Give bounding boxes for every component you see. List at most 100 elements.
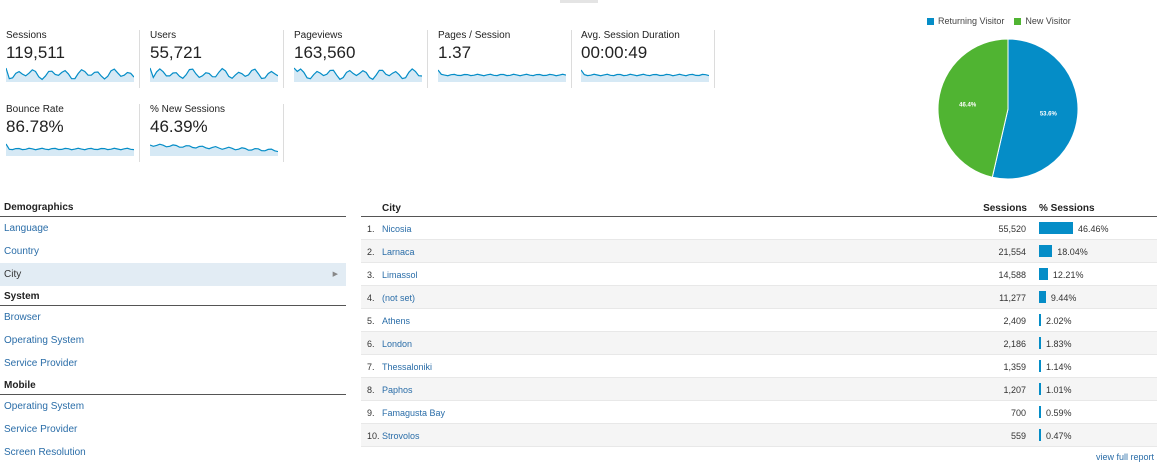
row-city-link[interactable]: Athens <box>382 316 410 326</box>
pie-slice-label: 46.4% <box>959 102 977 108</box>
row-pct-bar <box>1039 383 1041 395</box>
metric-value: 86.78% <box>6 117 64 136</box>
row-pct-bar <box>1039 245 1053 257</box>
row-city-link[interactable]: Limassol <box>382 270 418 280</box>
pie-slice-label: 53.6% <box>1040 112 1058 118</box>
nav-item-country[interactable]: Country <box>0 240 346 263</box>
metric-label: Pageviews <box>294 30 343 41</box>
metric-avg-session-duration[interactable]: Avg. Session Duration 00:00:49 <box>575 30 715 88</box>
metric-new-sessions[interactable]: % New Sessions 46.39% <box>144 104 284 162</box>
metric-users[interactable]: Users 55,721 <box>144 30 284 88</box>
metric-value: 163,560 <box>294 43 356 62</box>
legend-returning-visitor[interactable]: Returning Visitor <box>927 16 1004 26</box>
column-header-pct-sessions[interactable]: % Sessions <box>1039 203 1095 214</box>
metric-value: 46.39% <box>150 117 208 136</box>
sparkline-line <box>6 143 134 151</box>
sparkline-area <box>438 70 566 82</box>
row-pct-sessions: 18.04% <box>1057 247 1088 257</box>
metric-value: 119,511 <box>6 43 65 62</box>
table-row[interactable]: 1. Nicosia 55,520 46.46% <box>361 217 1157 240</box>
row-pct-sessions: 12.21% <box>1052 270 1084 280</box>
table-row[interactable]: 5. Athens 2,409 2.02% <box>361 309 1157 332</box>
row-pct-bar <box>1039 314 1041 326</box>
nav-item-browser[interactable]: Browser <box>0 306 346 329</box>
nav-item-language[interactable]: Language <box>0 217 346 240</box>
row-pct-bar <box>1039 406 1041 418</box>
table-row[interactable]: 4. (not set) 11,277 9.44% <box>361 286 1157 309</box>
row-city-link[interactable]: (not set) <box>382 293 415 303</box>
metric-value: 55,721 <box>150 43 202 62</box>
legend-new-visitor[interactable]: New Visitor <box>1014 16 1071 26</box>
nav-heading-system: System <box>0 288 346 306</box>
table-row[interactable]: 9. Famagusta Bay 700 0.59% <box>361 401 1157 424</box>
table-row[interactable]: 8. Paphos 1,207 1.01% <box>361 378 1157 401</box>
sparkline-area <box>6 144 134 156</box>
row-pct-bar <box>1039 222 1073 234</box>
row-rank: 9. <box>367 408 375 418</box>
column-header-city[interactable]: City <box>382 203 401 214</box>
row-pct-sessions: 0.47% <box>1046 431 1072 441</box>
nav-item-city[interactable]: City ▶ <box>0 263 346 286</box>
metric-pages-per-session[interactable]: Pages / Session 1.37 <box>432 30 572 88</box>
legend-label: New Visitor <box>1025 16 1071 26</box>
nav-heading-mobile: Mobile <box>0 377 346 395</box>
table-row[interactable]: 2. Larnaca 21,554 18.04% <box>361 240 1157 263</box>
metric-value: 00:00:49 <box>581 43 648 62</box>
nav-item-mobile-operating-system[interactable]: Operating System <box>0 395 346 418</box>
metric-pageviews[interactable]: Pageviews 163,560 <box>288 30 428 88</box>
column-header-sessions[interactable]: Sessions <box>983 203 1027 214</box>
sparkline-pageviews <box>294 67 422 82</box>
row-city-link[interactable]: Paphos <box>382 385 413 395</box>
row-sessions: 2,409 <box>1003 316 1026 326</box>
row-sessions: 55,520 <box>998 224 1026 234</box>
nav-item-service-provider[interactable]: Service Provider <box>0 352 346 375</box>
row-pct-bar <box>1039 268 1048 280</box>
metric-label: Sessions <box>6 30 47 41</box>
nav-item-screen-resolution[interactable]: Screen Resolution <box>0 441 346 464</box>
row-city-link[interactable]: Thessaloniki <box>382 362 432 372</box>
row-sessions: 700 <box>1010 408 1026 418</box>
row-city-link[interactable]: Famagusta Bay <box>382 408 445 418</box>
row-rank: 7. <box>367 362 375 372</box>
view-full-report-link[interactable]: view full report <box>1096 452 1154 462</box>
sparkline-sessions <box>6 67 134 82</box>
row-sessions: 11,277 <box>999 293 1026 303</box>
table-header: City Sessions % Sessions <box>361 199 1157 217</box>
metric-label: Avg. Session Duration <box>581 30 680 41</box>
table-row[interactable]: 7. Thessaloniki 1,359 1.14% <box>361 355 1157 378</box>
row-city-link[interactable]: London <box>382 339 412 349</box>
sparkline-line <box>438 69 566 77</box>
metric-sessions[interactable]: Sessions 119,511 <box>0 30 140 88</box>
row-rank: 3. <box>367 270 375 280</box>
city-table: City Sessions % Sessions 1. Nicosia 55,520… <box>361 199 1157 447</box>
row-city-link[interactable]: Larnaca <box>382 247 415 257</box>
row-rank: 2. <box>367 247 375 257</box>
row-rank: 8. <box>367 385 375 395</box>
row-pct-sessions: 9.44% <box>1050 293 1077 303</box>
row-rank: 1. <box>367 224 375 234</box>
pie-legend: Returning Visitor New Visitor <box>927 16 1071 26</box>
sparkline-line <box>581 69 709 77</box>
row-sessions: 14,588 <box>998 270 1026 280</box>
nav-item-mobile-service-provider[interactable]: Service Provider <box>0 418 346 441</box>
row-pct-sessions: 46.46% <box>1078 224 1109 234</box>
row-rank: 10. <box>367 431 380 441</box>
metric-label: Bounce Rate <box>6 104 64 115</box>
table-body: 1. Nicosia 55,520 46.46% 2. Larnaca 21,554 18.0… <box>361 217 1157 447</box>
table-row[interactable]: 6. London 2,186 1.83% <box>361 332 1157 355</box>
nav-heading-demographics: Demographics <box>0 199 346 217</box>
visitor-type-pie-chart[interactable]: 53.6% 46.4% <box>937 38 1079 180</box>
table-row[interactable]: 3. Limassol 14,588 12.21% <box>361 263 1157 286</box>
sparkline-new-sessions <box>150 143 278 156</box>
row-city-link[interactable]: Strovolos <box>382 431 420 441</box>
nav-item-operating-system[interactable]: Operating System <box>0 329 346 352</box>
row-city-link[interactable]: Nicosia <box>382 224 412 234</box>
row-sessions: 2,186 <box>1003 339 1026 349</box>
row-sessions: 1,359 <box>1003 362 1026 372</box>
table-row[interactable]: 10. Strovolos 559 0.47% <box>361 424 1157 447</box>
row-pct-bar <box>1039 337 1041 349</box>
row-sessions: 1,207 <box>1003 385 1026 395</box>
sparkline-bounce-rate <box>6 143 134 156</box>
metric-bounce-rate[interactable]: Bounce Rate 86.78% <box>0 104 140 162</box>
row-pct-sessions: 1.14% <box>1046 362 1072 372</box>
